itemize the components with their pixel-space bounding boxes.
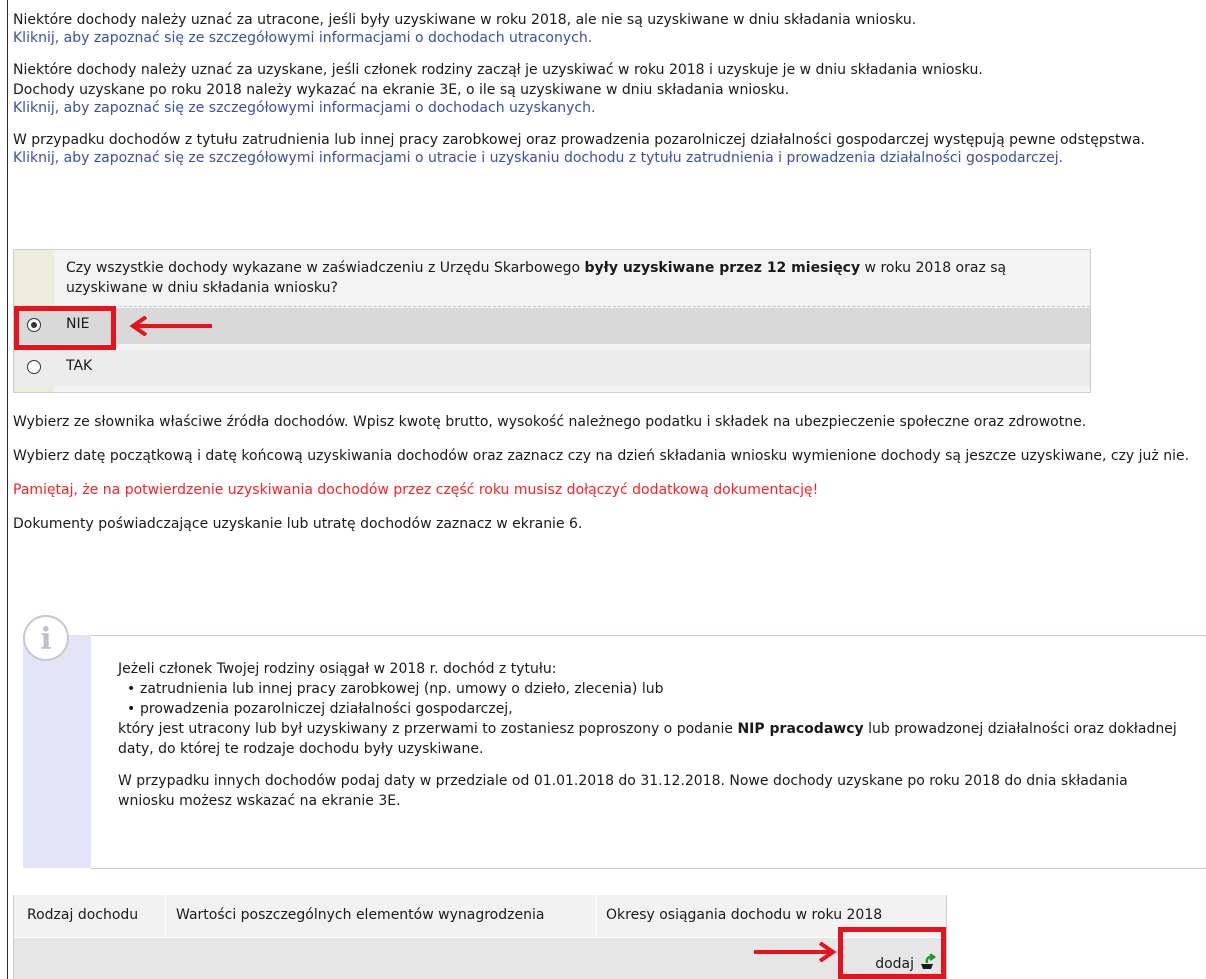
info-para-bold: NIP pracodawcy — [737, 721, 864, 737]
question-text-bold: były uzyskiwane przez 12 miesięcy — [584, 260, 861, 276]
gained-income-link[interactable]: Kliknij, aby zapoznać się ze szczegółowy… — [13, 100, 1203, 116]
income-table: Rodzaj dochodu Wartości poszczególnych e… — [13, 895, 947, 979]
info-bottom-line — [91, 868, 1206, 869]
table-header-row: Rodzaj dochodu Wartości poszczególnych e… — [14, 895, 946, 938]
info-bullet-list: zatrudnienia lub innej pracy zarobkowej … — [118, 679, 1188, 719]
warning-text: Pamiętaj, że na potwierdzenie uzyskiwani… — [13, 482, 819, 498]
info-bullet: prowadzenia pozarolniczej działalności g… — [127, 699, 1188, 719]
info-paragraph: który jest utracony lub był uzyskiwany z… — [118, 719, 1188, 759]
exceptions-text: W przypadku dochodów z tytułu zatrudnien… — [13, 132, 1145, 148]
info-bullet: zatrudnienia lub innej pracy zarobkowej … — [127, 679, 1188, 699]
instructions-section: Wybierz ze słownika właściwe źródła doch… — [13, 412, 1203, 548]
info-box: i Jeżeli członek Twojej rodziny osiągał … — [13, 607, 1206, 869]
gained-income-text-1: Niektóre dochody należy uznać za uzyskan… — [13, 62, 983, 78]
arrow-right-icon — [754, 942, 837, 962]
column-header-income-periods: Okresy osiągania dochodu w roku 2018 — [606, 907, 883, 923]
radio-tak[interactable] — [27, 360, 41, 374]
instruction-2: Wybierz datę początkową i datę końcową u… — [13, 448, 1190, 464]
arrow-left-icon — [129, 316, 212, 336]
info-lead: Jeżeli członek Twojej rodziny osiągał w … — [118, 661, 557, 677]
highlight-box-add — [838, 927, 946, 979]
info-paragraph-2: W przypadku innych dochodów podaj daty w… — [118, 773, 1128, 809]
option-tak[interactable]: TAK — [14, 350, 1090, 386]
lost-income-text: Niektóre dochody należy uznać za utracon… — [13, 12, 917, 28]
instruction-1: Wybierz ze słownika właściwe źródła doch… — [13, 414, 1087, 430]
gained-income-text-2: Dochody uzyskane po roku 2018 należy wyk… — [13, 82, 790, 98]
instruction-3: Dokumenty poświadczające uzyskanie lub u… — [13, 516, 583, 532]
column-header-salary-elements: Wartości poszczególnych elementów wynagr… — [176, 907, 545, 923]
info-para-start: który jest utracony lub był uzyskiwany z… — [118, 721, 738, 737]
intro-section: Niektóre dochody należy uznać za utracon… — [13, 10, 1203, 180]
info-body: Jeżeli członek Twojej rodziny osiągał w … — [118, 659, 1188, 811]
info-icon: i — [23, 615, 69, 661]
highlight-box-nie — [14, 306, 116, 350]
question-text: Czy wszystkie dochody wykazane w zaświad… — [66, 258, 1076, 298]
info-sidebar — [23, 635, 91, 868]
option-tak-label: TAK — [66, 358, 93, 374]
question-text-start: Czy wszystkie dochody wykazane w zaświad… — [66, 260, 585, 276]
question-separator — [14, 306, 1090, 307]
left-border — [7, 0, 8, 979]
employment-details-link[interactable]: Kliknij, aby zapoznać się ze szczegółowy… — [13, 150, 1203, 166]
info-top-line — [91, 635, 1206, 636]
column-divider — [165, 895, 166, 937]
column-header-income-type: Rodzaj dochodu — [27, 907, 139, 923]
lost-income-link[interactable]: Kliknij, aby zapoznać się ze szczegółowy… — [13, 30, 1203, 46]
column-divider — [596, 895, 597, 937]
